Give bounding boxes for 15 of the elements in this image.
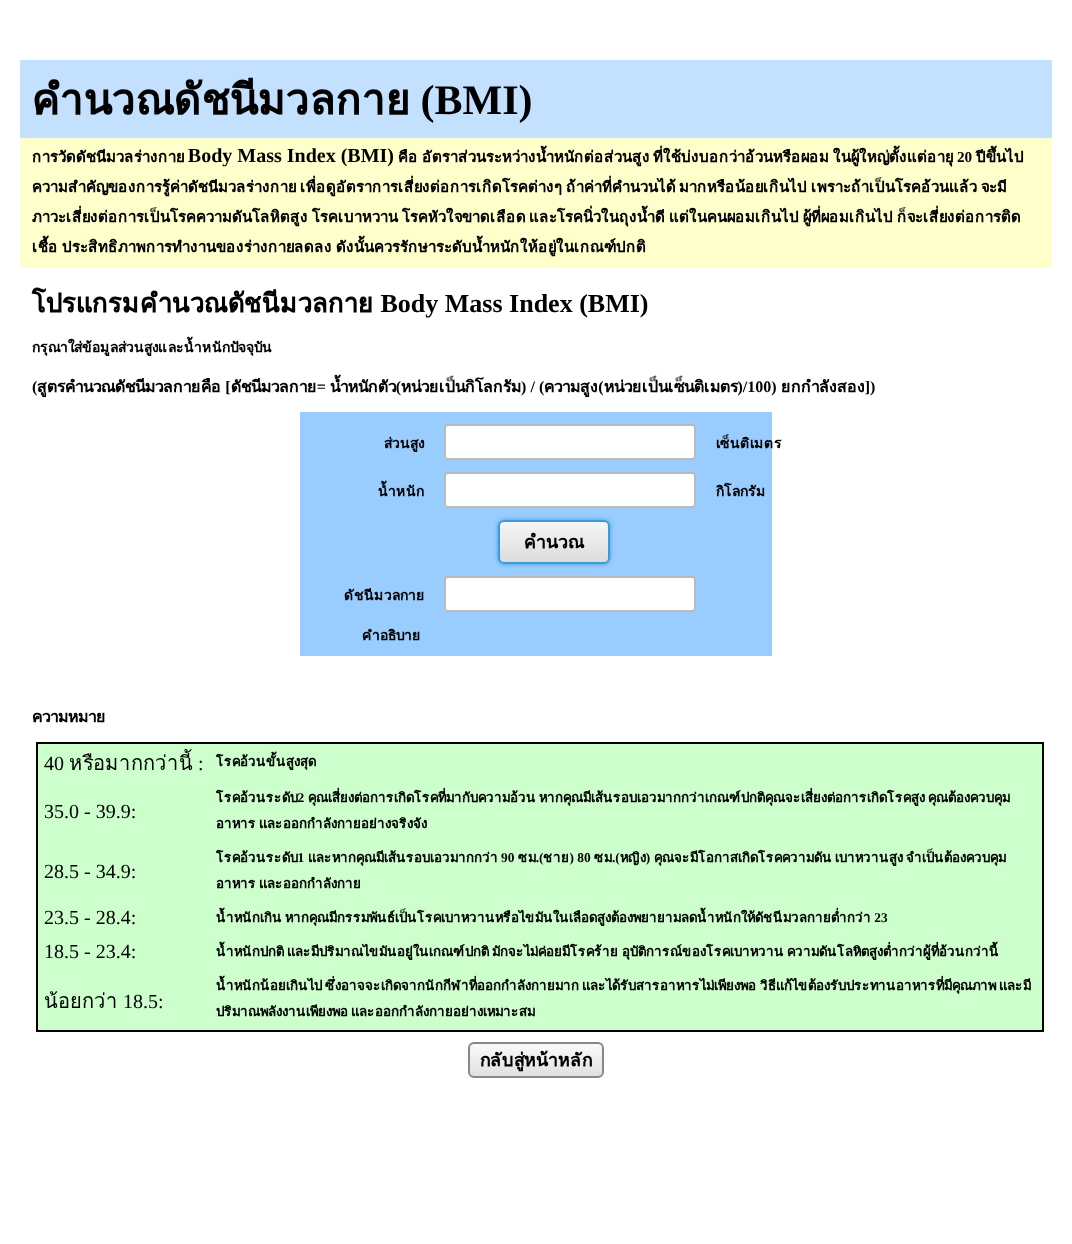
range-cell-text: 28.5 - 34.9: xyxy=(42,859,139,887)
calculate-button[interactable]: คำนวณ xyxy=(498,520,610,564)
range-cell: 40 หรือมากกว่านี้ : xyxy=(38,744,210,782)
back-button[interactable]: กลับสู่หน้าหลัก xyxy=(468,1042,604,1078)
formula-text: (สูตรคำนวณดัชนีมวลกายคือ [ดัชนีมวลกาย= น้ำหนักตัว(หน่วยเป็นกิโลกรัม) / (ความสูง(หน่วยเป็นเซ็นติเมตร)/100) ยกกำลังสอง]) xyxy=(32,374,878,400)
range-cell-text: 18.5 - 23.4: xyxy=(42,940,139,968)
input-field[interactable] xyxy=(444,424,696,460)
range-cell-text: 35.0 - 39.9: xyxy=(42,799,139,827)
input-field[interactable] xyxy=(444,472,696,508)
program-heading: โปรแกรมคำนวณดัชนีมวลกาย Body Mass Index (BMI) xyxy=(32,285,651,322)
page-title: คำนวณดัชนีมวลกาย (BMI) xyxy=(20,60,1052,138)
range-cell-text: น้อยกว่า 18.5: xyxy=(42,989,166,1017)
result-field[interactable] xyxy=(444,576,696,612)
meaning-heading: ความหมาย xyxy=(32,706,108,730)
range-cell-text: 23.5 - 28.4: xyxy=(42,906,139,934)
